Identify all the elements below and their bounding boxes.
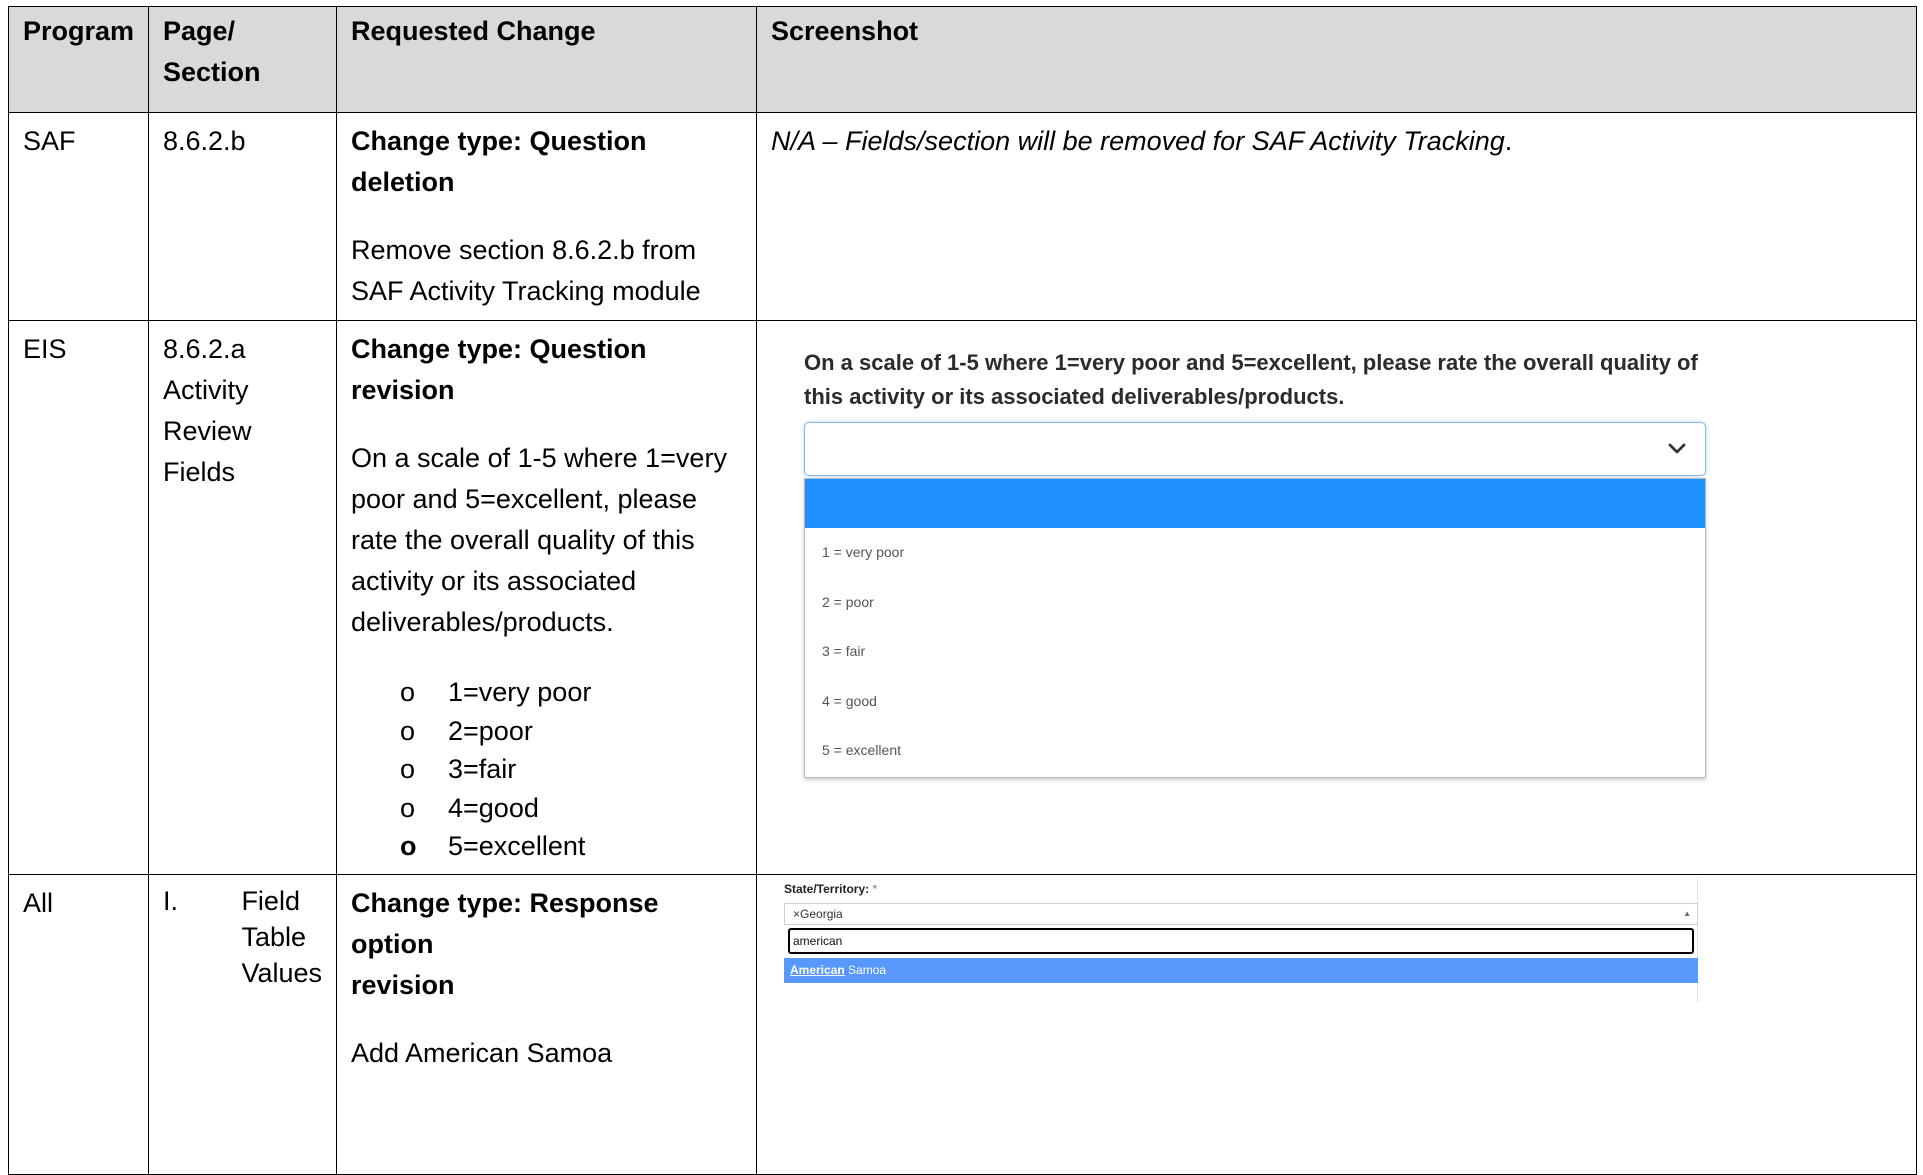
dropdown-option[interactable]: 4 = good	[805, 677, 1705, 727]
dropdown-option[interactable]: 5 = excellent	[805, 726, 1705, 776]
dropdown-option[interactable]: 3 = fair	[805, 627, 1705, 677]
state-search-input[interactable]: american	[788, 927, 1694, 954]
option-text: 1=very poor	[448, 677, 592, 707]
option-text: 2=poor	[448, 715, 533, 746]
page-line: Field	[241, 885, 300, 916]
cell-page: 8.6.2.b	[148, 112, 337, 321]
cell-program: EIS	[8, 320, 149, 875]
change-description: Remove section 8.6.2.b from SAF Activity…	[351, 235, 701, 306]
cell-change: Change type: Question deletion Remove se…	[336, 112, 757, 321]
rating-question: On a scale of 1-5 where 1=very poor and …	[804, 350, 1698, 409]
rating-screenshot: On a scale of 1-5 where 1=very poor and …	[771, 329, 1902, 849]
cell-page: I. Field Table Values	[148, 873, 337, 1175]
caret-up-icon[interactable]: ▲	[1683, 904, 1691, 924]
dropdown-menu: 1 = very poor 2 = poor 3 = fair 4 = good…	[804, 478, 1706, 778]
bullet-glyph: o	[400, 792, 416, 823]
option-text: 4=good	[448, 792, 539, 823]
rating-dropdown[interactable]	[804, 422, 1706, 476]
list-item: o 3=fair	[351, 750, 742, 789]
result-match: American	[790, 962, 845, 977]
page-line: Table	[241, 921, 306, 952]
page-line1: 8.6.2.a Activity	[163, 334, 249, 405]
cell-change: Change type: Response option revision Ad…	[336, 873, 757, 1175]
result-rest: Samoa	[844, 962, 887, 977]
change-type: Change type: Question deletion	[351, 126, 647, 197]
state-territory-label: State/Territory: *	[784, 881, 878, 896]
dropdown-option-highlighted[interactable]	[805, 479, 1705, 528]
screenshot-note: N/A – Fields/section will be removed for…	[771, 126, 1505, 156]
remove-selection-icon[interactable]: ×	[793, 907, 800, 921]
cell-screenshot: State/Territory: * ×Georgia ▲ american A…	[756, 873, 1917, 1175]
page-numbered-item: I. Field Table Values	[163, 883, 322, 991]
state-territory-select[interactable]: ×Georgia ▲	[784, 902, 1698, 925]
change-request-table: Program Page/ Section Requested Change S…	[8, 6, 1917, 1175]
page-line: Values	[241, 957, 322, 988]
change-description: On a scale of 1-5 where 1=very poor and …	[351, 443, 727, 637]
page-line2: Review Fields	[163, 416, 252, 487]
bullet-glyph: o	[400, 831, 417, 861]
change-type: Change type: Question revision	[351, 334, 647, 405]
page-number: I.	[163, 885, 179, 916]
header-program: Program	[8, 6, 149, 113]
option-text: 5=excellent	[448, 831, 586, 861]
cell-screenshot: N/A – Fields/section will be removed for…	[756, 112, 1917, 321]
dropdown-option[interactable]: 1 = very poor	[805, 528, 1705, 578]
screenshot-note-period: .	[1504, 126, 1513, 156]
dropdown-option[interactable]: 2 = poor	[805, 578, 1705, 628]
list-item: o 4=good	[351, 789, 742, 828]
header-row: Program Page/ Section Requested Change S…	[8, 6, 1917, 113]
header-requested-change: Requested Change	[336, 6, 757, 113]
search-result-option[interactable]: American Samoa	[784, 957, 1698, 983]
list-item: o 2=poor	[351, 712, 742, 751]
table-row-all: All I. Field Table Values Change type: R…	[8, 873, 1917, 1175]
cell-program: SAF	[8, 112, 149, 321]
selected-value: Georgia	[800, 906, 843, 921]
state-territory-screenshot: State/Territory: * ×Georgia ▲ american A…	[757, 874, 1698, 1003]
bullet-glyph: o	[400, 754, 416, 784]
header-page-line2: Section	[163, 57, 261, 87]
option-text: 3=fair	[448, 754, 517, 784]
cell-screenshot: On a scale of 1-5 where 1=very poor and …	[756, 320, 1917, 875]
cell-change: Change type: Question revision On a scal…	[336, 320, 757, 875]
page-lines: Field Table Values	[241, 883, 322, 991]
chevron-down-icon[interactable]	[1663, 435, 1691, 463]
header-page-line1: Page/	[163, 16, 236, 46]
bullet-glyph: o	[400, 677, 416, 707]
header-page-section: Page/ Section	[148, 6, 337, 113]
bullet-glyph: o	[400, 715, 416, 746]
change-description: Add American Samoa	[351, 1037, 613, 1068]
option-list: o 1=very poor o 2=poor o 3=fair o 4=good o 5=…	[351, 673, 742, 866]
table-row-saf: SAF 8.6.2.b Change type: Question deleti…	[8, 112, 1917, 321]
cell-page: 8.6.2.a Activity Review Fields	[148, 320, 337, 875]
list-item: o 1=very poor	[351, 673, 742, 712]
cell-program: All	[8, 873, 149, 1175]
change-type-line1: Change type: Response option	[351, 887, 659, 959]
change-type-line2: revision	[351, 969, 455, 1000]
header-screenshot: Screenshot	[756, 6, 1917, 113]
table-row-eis: EIS 8.6.2.a Activity Review Fields Chang…	[8, 320, 1917, 875]
required-mark: *	[872, 881, 878, 896]
list-item: o 5=excellent	[351, 827, 742, 866]
